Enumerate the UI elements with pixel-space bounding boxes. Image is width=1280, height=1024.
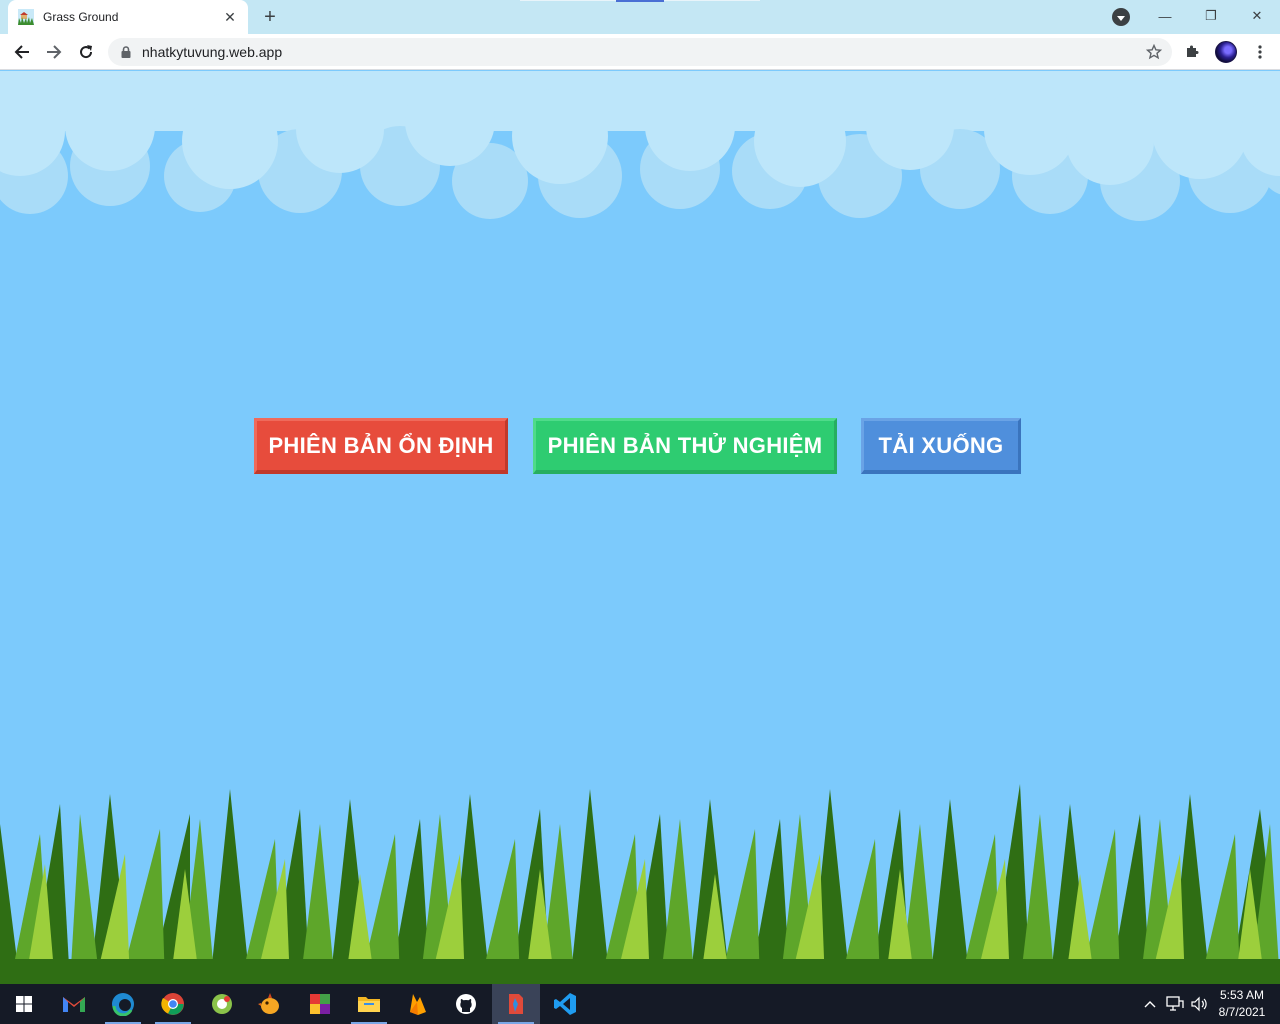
taskbar-vscode[interactable]: [541, 984, 589, 1024]
taskbar-file-explorer[interactable]: [345, 984, 393, 1024]
star-icon: [1146, 44, 1162, 60]
file-explorer-icon: [358, 997, 380, 1012]
menu-buttons: PHIÊN BẢN ỔN ĐỊNH PHIÊN BẢN THỬ NGHIỆM T…: [0, 418, 1280, 474]
gmail-icon: [63, 997, 85, 1012]
address-bar[interactable]: nhatkytuvung.web.app: [108, 38, 1172, 66]
taskbar-app-chick[interactable]: [246, 984, 294, 1024]
reload-button[interactable]: [72, 38, 100, 66]
firebase-icon: [410, 994, 426, 1015]
back-button[interactable]: [8, 38, 36, 66]
url-text: nhatkytuvung.web.app: [142, 44, 283, 60]
clock-time: 5:53 AM: [1219, 988, 1265, 1002]
extensions-button[interactable]: [1180, 40, 1204, 64]
bookmark-star-icon[interactable]: [1140, 38, 1168, 66]
taskbar-github[interactable]: [442, 984, 490, 1024]
close-window-button[interactable]: ✕: [1242, 4, 1272, 28]
restore-button[interactable]: ❐: [1196, 4, 1226, 28]
browser-tab[interactable]: Grass Ground ✕: [8, 0, 248, 34]
app-green-icon: [212, 994, 232, 1014]
lock-icon: [121, 46, 131, 58]
taskbar-edge[interactable]: [99, 984, 147, 1024]
chrome-icon: [161, 993, 184, 1015]
app-blocks-icon: [310, 994, 330, 1014]
grass-favicon-icon: [18, 9, 34, 25]
more-vert-icon: [1258, 45, 1262, 59]
cloud-banner: [0, 71, 1280, 221]
vscode-icon: [554, 993, 576, 1015]
minimize-button[interactable]: —: [1150, 4, 1180, 28]
volume-icon[interactable]: [1188, 984, 1210, 1024]
tab-close-icon[interactable]: ✕: [222, 9, 238, 25]
stable-version-button[interactable]: PHIÊN BẢN ỔN ĐỊNH: [254, 418, 508, 474]
new-tab-button[interactable]: +: [258, 5, 282, 29]
taskbar-clock[interactable]: 5:53 AM 8/7/2021: [1212, 987, 1272, 1021]
tab-title: Grass Ground: [43, 10, 119, 24]
tab-strip: Grass Ground ✕ + — ❐ ✕: [0, 0, 1280, 34]
profile-avatar[interactable]: [1215, 41, 1237, 63]
edge-icon: [112, 993, 134, 1016]
taskbar-app-blocks[interactable]: [296, 984, 344, 1024]
beta-version-button[interactable]: PHIÊN BẢN THỬ NGHIỆM: [533, 418, 837, 474]
game-page: PHIÊN BẢN ỔN ĐỊNH PHIÊN BẢN THỬ NGHIỆM T…: [0, 71, 1280, 984]
windows-start-icon: [16, 996, 32, 1012]
app-chick-icon: [258, 993, 279, 1014]
browser-menu-button[interactable]: [1248, 40, 1272, 64]
forward-button[interactable]: [40, 38, 68, 66]
app-tool-icon: [509, 994, 523, 1014]
clock-date: 8/7/2021: [1218, 1005, 1266, 1019]
arrow-right-icon: [47, 45, 62, 59]
windows-taskbar: 5:53 AM 8/7/2021: [0, 984, 1280, 1024]
browser-toolbar: nhatkytuvung.web.app: [0, 34, 1280, 70]
taskbar-chrome[interactable]: [149, 984, 197, 1024]
tray-chevron-icon[interactable]: [1142, 984, 1158, 1024]
tab-strip-marker: [616, 0, 664, 2]
reload-icon: [80, 45, 93, 59]
arrow-left-icon: [14, 45, 29, 59]
github-icon: [456, 994, 476, 1014]
start-button[interactable]: [0, 984, 48, 1024]
network-icon[interactable]: [1164, 984, 1186, 1024]
grass-field: [0, 784, 1280, 984]
taskbar-gmail[interactable]: [50, 984, 98, 1024]
puzzle-icon: [1187, 45, 1199, 57]
taskbar-app-green[interactable]: [198, 984, 246, 1024]
download-button[interactable]: TẢI XUỐNG: [861, 418, 1021, 474]
taskbar-app-tool[interactable]: [492, 984, 540, 1024]
tab-search-icon[interactable]: [1112, 8, 1130, 26]
taskbar-firebase[interactable]: [394, 984, 442, 1024]
